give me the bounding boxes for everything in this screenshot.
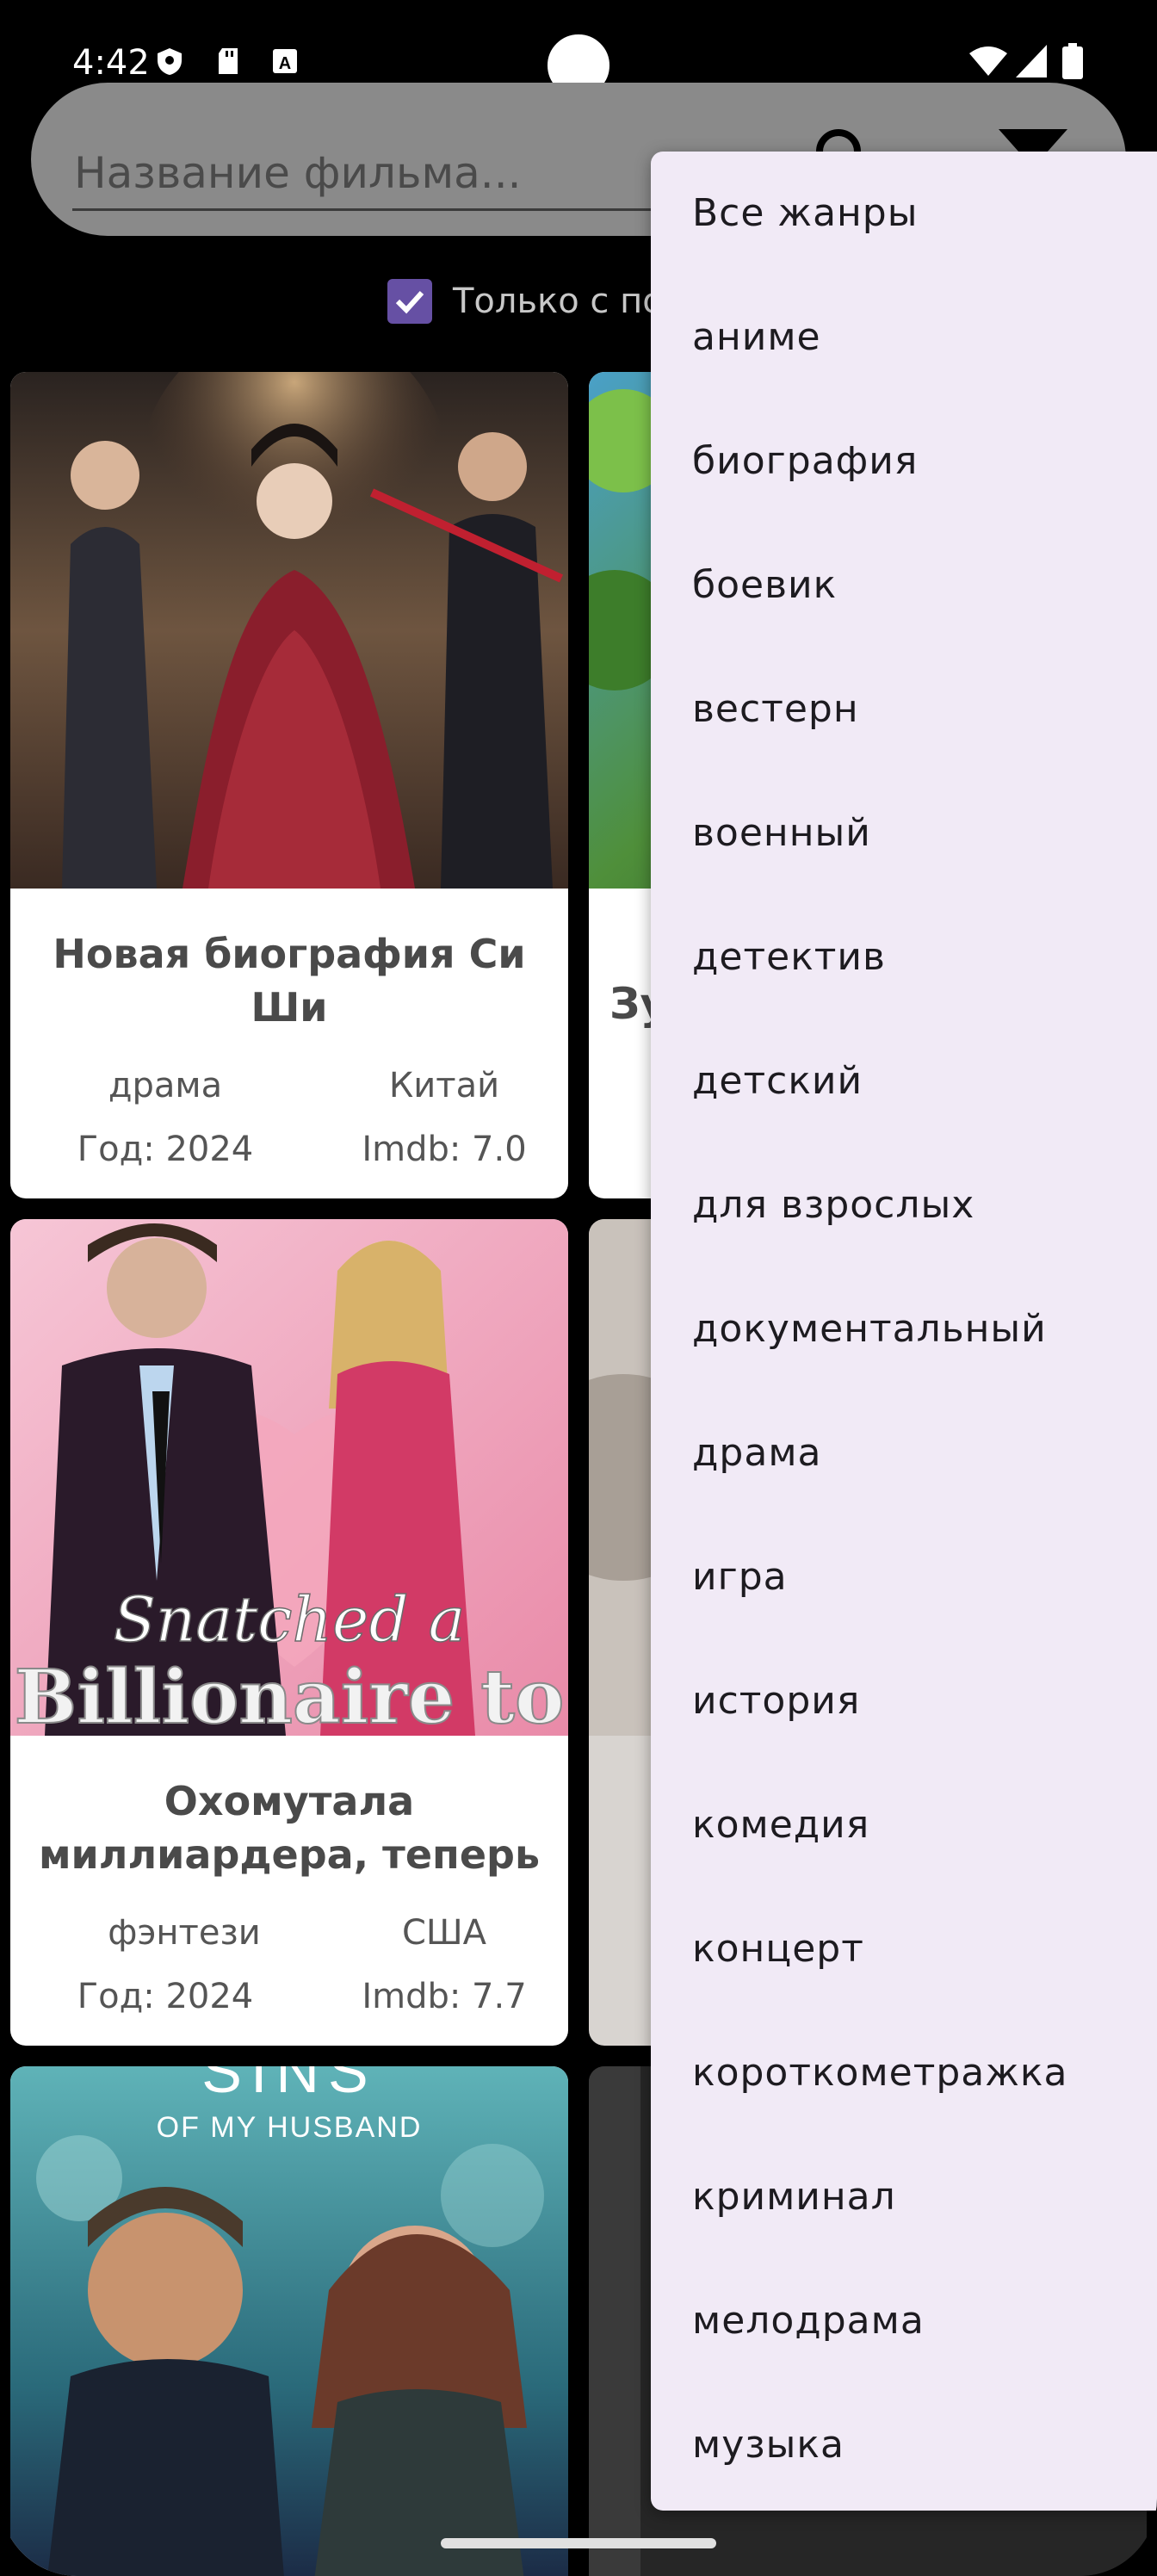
filter-checkbox-label: Только с по: [453, 282, 664, 321]
movie-genre: фэнтези: [108, 1913, 261, 1953]
svg-text:Snatched a: Snatched a: [114, 1583, 466, 1656]
sd-card-icon: [219, 48, 238, 74]
filter-checkbox[interactable]: [387, 279, 432, 324]
genre-menu-item[interactable]: Все жанры: [692, 152, 918, 276]
genre-menu-item[interactable]: документальный: [692, 1267, 1047, 1391]
genre-menu-item[interactable]: детский: [692, 1019, 863, 1143]
genre-menu-item[interactable]: боевик: [692, 523, 837, 647]
svg-text:A: A: [279, 54, 291, 73]
movie-title: Охомутала миллиардера, теперь: [38, 1778, 541, 1878]
shield-icon: [158, 48, 182, 75]
genre-menu-item[interactable]: биография: [692, 399, 918, 523]
signal-icon: [1016, 45, 1047, 77]
app-screen: 4:42 A Только с по: [0, 0, 1157, 2576]
genre-menu-item[interactable]: криминал: [692, 2135, 896, 2259]
status-time: 4:42: [72, 43, 150, 83]
genre-menu-item[interactable]: игра: [692, 1515, 788, 1639]
movie-genre: драма: [108, 1066, 223, 1105]
check-icon: [395, 290, 424, 314]
genre-menu-item[interactable]: аниме: [692, 276, 821, 399]
movie-poster: SINS OF MY HUSBAND: [10, 2066, 568, 2576]
genre-menu-item[interactable]: драма: [692, 1391, 821, 1515]
movie-card[interactable]: Snatched a Billionaire to Охомутала милл…: [10, 1219, 568, 2046]
svg-text:OF MY HUSBAND: OF MY HUSBAND: [157, 2111, 423, 2144]
movie-year: Год: 2024: [77, 1130, 254, 1169]
svg-text:Billionaire to: Billionaire to: [15, 1654, 565, 1736]
genre-menu-item[interactable]: военный: [692, 771, 871, 895]
genre-menu-item[interactable]: для взрослых: [692, 1143, 974, 1267]
battery-icon: [1062, 43, 1083, 79]
movie-poster: Snatched a Billionaire to: [10, 1219, 568, 1736]
only-with-poster-filter[interactable]: Только с по: [387, 276, 664, 327]
home-indicator[interactable]: [441, 2538, 716, 2548]
movie-card[interactable]: Новая биография Си Ши драма Китай Год: 2…: [10, 372, 568, 1198]
movie-imdb: Imdb: 7.7: [362, 1977, 527, 2016]
movie-title: Новая биография Си Ши: [53, 931, 526, 1031]
genre-menu-item[interactable]: вестерн: [692, 647, 859, 771]
genre-menu-item[interactable]: история: [692, 1639, 860, 1763]
movie-card[interactable]: SINS OF MY HUSBAND: [10, 2066, 568, 2576]
movie-country: США: [401, 1913, 487, 1953]
genre-menu-item[interactable]: мелодрама: [692, 2259, 925, 2383]
movie-year: Год: 2024: [77, 1977, 254, 2016]
wifi-icon: [969, 46, 1007, 76]
genre-menu-item[interactable]: комедия: [692, 1763, 869, 1887]
genre-menu-item[interactable]: короткометражка: [692, 2011, 1067, 2135]
genre-menu-item[interactable]: детектив: [692, 895, 886, 1019]
svg-text:SINS: SINS: [201, 2066, 376, 2105]
genre-dropdown-menu: Все жанры аниме биография боевик вестерн…: [651, 152, 1157, 2511]
movie-imdb: Imdb: 7.0: [362, 1130, 527, 1169]
accessibility-icon: A: [273, 49, 297, 73]
genre-menu-item[interactable]: музыка: [692, 2383, 845, 2507]
movie-country: Китай: [388, 1066, 500, 1105]
movie-poster: [10, 372, 568, 889]
genre-menu-item[interactable]: концерт: [692, 1887, 864, 2011]
